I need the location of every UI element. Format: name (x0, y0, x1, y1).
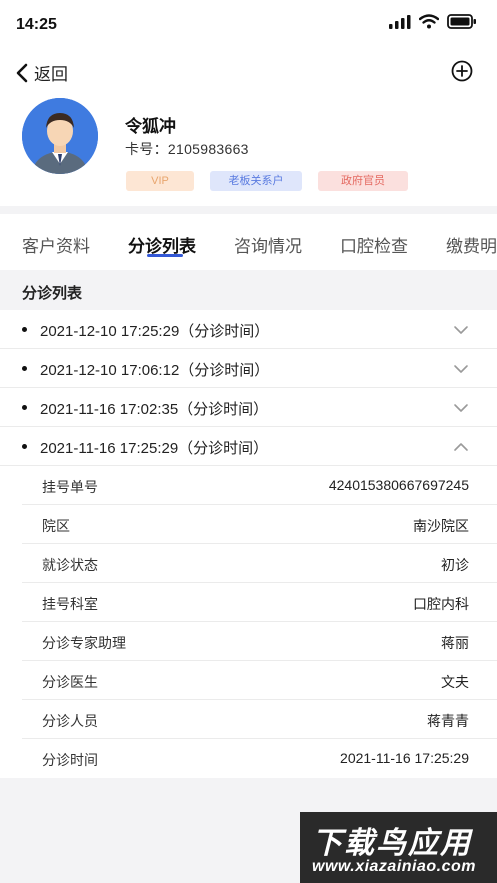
bullet-dot (22, 405, 27, 410)
tag-list: VIP 老板关系户 政府官员 (126, 171, 408, 191)
customer-name: 令狐冲 (125, 117, 176, 136)
tag-vip: VIP (126, 171, 194, 191)
chevron-down-icon (454, 404, 468, 412)
detail-label: 分诊专家助理 (42, 635, 126, 651)
detail-row: 挂号科室 口腔内科 (22, 583, 497, 622)
section-header: 分诊列表 (0, 270, 497, 310)
triage-time: 2021-11-16 17:25:29（分诊时间） (40, 440, 269, 457)
tab-active-indicator (147, 254, 183, 257)
signal-icon (389, 14, 411, 29)
add-circle-icon[interactable] (451, 60, 473, 82)
card-number: 卡号：2105983663 (125, 139, 249, 159)
list-item[interactable]: 2021-12-10 17:25:29（分诊时间） (0, 310, 497, 349)
detail-value: 蒋丽 (441, 635, 469, 651)
watermark-logo: 下载鸟应用 www.xiazainiao.com (300, 812, 497, 883)
bullet-dot (22, 444, 27, 449)
detail-row: 就诊状态 初诊 (22, 544, 497, 583)
triage-time: 2021-11-16 17:02:35（分诊时间） (40, 401, 269, 418)
list-item[interactable]: 2021-11-16 17:02:35（分诊时间） (0, 388, 497, 427)
detail-value: 蒋青青 (427, 713, 469, 729)
detail-value: 初诊 (441, 557, 469, 573)
detail-label: 挂号科室 (42, 596, 98, 612)
card-label: 卡号： (125, 141, 168, 157)
back-chevron-icon (16, 63, 28, 82)
detail-row: 分诊时间 2021-11-16 17:25:29 (22, 739, 497, 778)
status-icons (389, 14, 477, 29)
avatar (22, 98, 98, 174)
bullet-dot (22, 327, 27, 332)
detail-row: 分诊医生 文夫 (22, 661, 497, 700)
tab-bar: 客户资料 分诊列表 咨询情况 口腔检查 缴费明 (0, 214, 497, 270)
detail-row: 分诊专家助理 蒋丽 (22, 622, 497, 661)
card-value: 2105983663 (167, 141, 249, 157)
battery-icon (447, 14, 476, 29)
detail-row: 分诊人员 蒋青青 (22, 700, 497, 739)
detail-label: 挂号单号 (42, 479, 98, 495)
tab-consultation[interactable]: 咨询情况 (234, 232, 302, 257)
chevron-up-icon (454, 443, 468, 451)
chevron-down-icon (454, 326, 468, 334)
detail-label: 院区 (42, 518, 70, 534)
detail-value: 2021-11-16 17:25:29 (340, 750, 469, 766)
detail-value: 文夫 (441, 674, 469, 690)
status-time: 14:25 (16, 16, 57, 33)
back-label: 返回 (34, 65, 68, 84)
tab-customer-info[interactable]: 客户资料 (22, 232, 90, 257)
detail-label: 就诊状态 (42, 557, 98, 573)
tag-government-official: 政府官员 (318, 171, 408, 191)
detail-label: 分诊人员 (42, 713, 98, 729)
detail-row: 院区 南沙院区 (22, 505, 497, 544)
triage-time: 2021-12-10 17:25:29（分诊时间） (40, 323, 270, 340)
wifi-icon (419, 14, 439, 29)
list-item[interactable]: 2021-12-10 17:06:12（分诊时间） (0, 349, 497, 388)
detail-label: 分诊时间 (42, 752, 98, 768)
nav-bar: 返回 (0, 50, 497, 94)
tab-oral-exam[interactable]: 口腔检查 (340, 232, 408, 257)
tag-boss-relation: 老板关系户 (210, 171, 302, 191)
profile-card: 令狐冲 卡号：2105983663 VIP 老板关系户 政府官员 (0, 94, 497, 206)
detail-value: 南沙院区 (413, 518, 469, 534)
chevron-down-icon (454, 365, 468, 373)
detail-value: 口腔内科 (413, 596, 469, 612)
watermark-title: 下载鸟应用 (312, 827, 472, 860)
triage-time: 2021-12-10 17:06:12（分诊时间） (40, 362, 270, 379)
bullet-dot (22, 366, 27, 371)
detail-value: 424015380667697245 (328, 477, 469, 493)
status-bar: 14:25 (0, 0, 497, 50)
back-button[interactable]: 返回 (14, 60, 68, 85)
section-title: 分诊列表 (22, 285, 83, 302)
detail-row: 挂号单号 424015380667697245 (22, 466, 497, 505)
detail-label: 分诊医生 (42, 674, 98, 690)
list-item-expanded[interactable]: 2021-11-16 17:25:29（分诊时间） (0, 427, 497, 466)
triage-list: 2021-12-10 17:25:29（分诊时间） 2021-12-10 17:… (0, 310, 497, 466)
tab-payment[interactable]: 缴费明 (446, 232, 497, 257)
watermark-url: www.xiazainiao.com (312, 858, 477, 875)
triage-detail: 挂号单号 424015380667697245 院区 南沙院区 就诊状态 初诊 挂号科… (0, 466, 497, 778)
